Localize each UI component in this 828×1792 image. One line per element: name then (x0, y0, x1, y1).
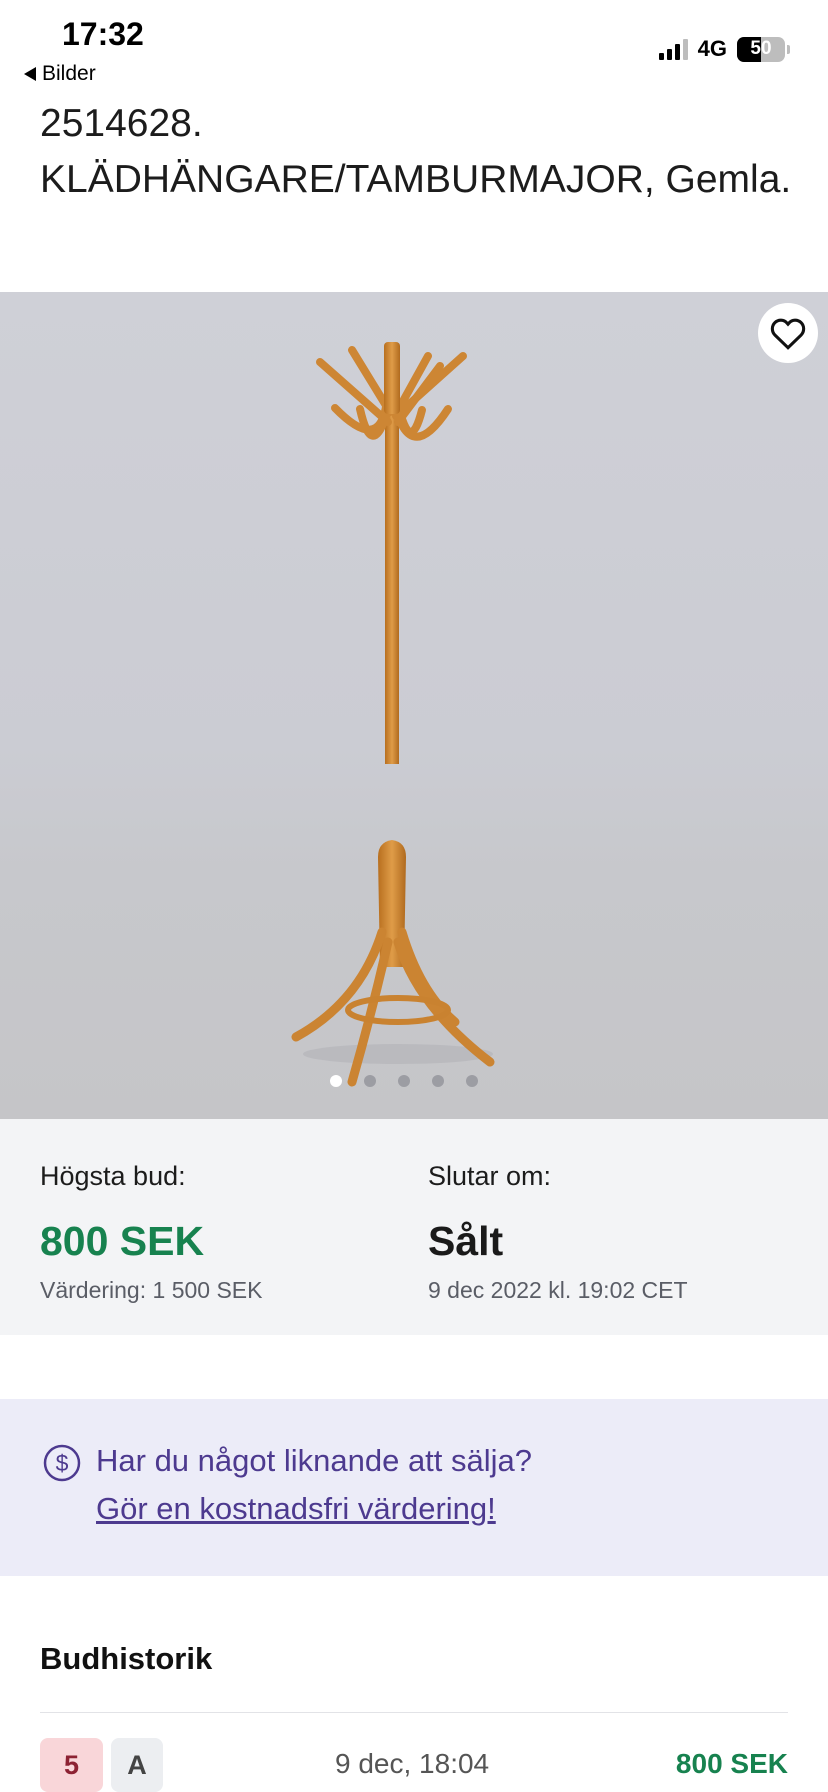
battery-level: 50 (750, 38, 772, 59)
valuation-promo: $ Har du något liknande att sälja? Gör e… (0, 1399, 828, 1576)
promo-question: Har du något liknande att sälja? (96, 1443, 533, 1478)
bid-count-badge: 5 (40, 1738, 103, 1792)
bid-amount: 800 SEK (675, 1748, 788, 1779)
image-gallery[interactable] (0, 292, 828, 1119)
gallery-pagination[interactable] (0, 1075, 828, 1087)
gallery-dot[interactable] (432, 1075, 444, 1087)
bidder-badge: A (111, 1738, 163, 1792)
heart-icon (770, 318, 806, 350)
highest-bid-value: 800 SEK (40, 1218, 205, 1264)
dollar-circle-icon: $ (43, 1444, 81, 1482)
ends-label: Slutar om: (428, 1161, 552, 1191)
bid-history-title: Budhistorik (40, 1641, 213, 1676)
network-type: 4G (697, 36, 727, 61)
back-to-photos-link[interactable]: Bilder (24, 62, 96, 86)
svg-text:$: $ (56, 1450, 69, 1476)
listing-title: 2514628. KLÄDHÄNGARE/TAMBURMAJOR, Gemla. (40, 102, 792, 201)
highest-bid-section: Högsta bud: 800 SEK Värdering: 1 500 SEK (40, 1161, 262, 1304)
valuation-text: Värdering: 1 500 SEK (40, 1277, 263, 1303)
gallery-dot[interactable] (466, 1075, 478, 1087)
gallery-dot[interactable] (398, 1075, 410, 1087)
gallery-dot[interactable] (330, 1075, 342, 1087)
status-bar: 17:32 Bilder 4G 50 (0, 0, 828, 85)
free-valuation-link[interactable]: Gör en kostnadsfri värdering! (96, 1491, 496, 1527)
bid-date: 9 dec, 18:04 (335, 1748, 490, 1779)
bid-history-row: 5 A 9 dec, 18:04 800 SEK (40, 1738, 788, 1792)
status-indicators: 4G 50 (658, 36, 790, 62)
favorite-button[interactable] (758, 303, 818, 363)
ends-section: Slutar om: Sålt 9 dec 2022 kl. 19:02 CET (428, 1161, 688, 1304)
bid-summary: Högsta bud: 800 SEK Värdering: 1 500 SEK… (0, 1119, 828, 1335)
back-arrow-icon (24, 67, 36, 81)
status-time: 17:32 (62, 16, 144, 52)
end-date: 9 dec 2022 kl. 19:02 CET (428, 1277, 688, 1303)
coat-rack-image (291, 342, 495, 1087)
signal-icon (658, 38, 688, 60)
sold-status: Sålt (428, 1218, 504, 1264)
highest-bid-label: Högsta bud: (40, 1161, 186, 1191)
battery-icon: 50 (737, 36, 790, 62)
divider (40, 1712, 788, 1713)
gallery-dot[interactable] (364, 1075, 376, 1087)
back-label: Bilder (42, 62, 96, 85)
